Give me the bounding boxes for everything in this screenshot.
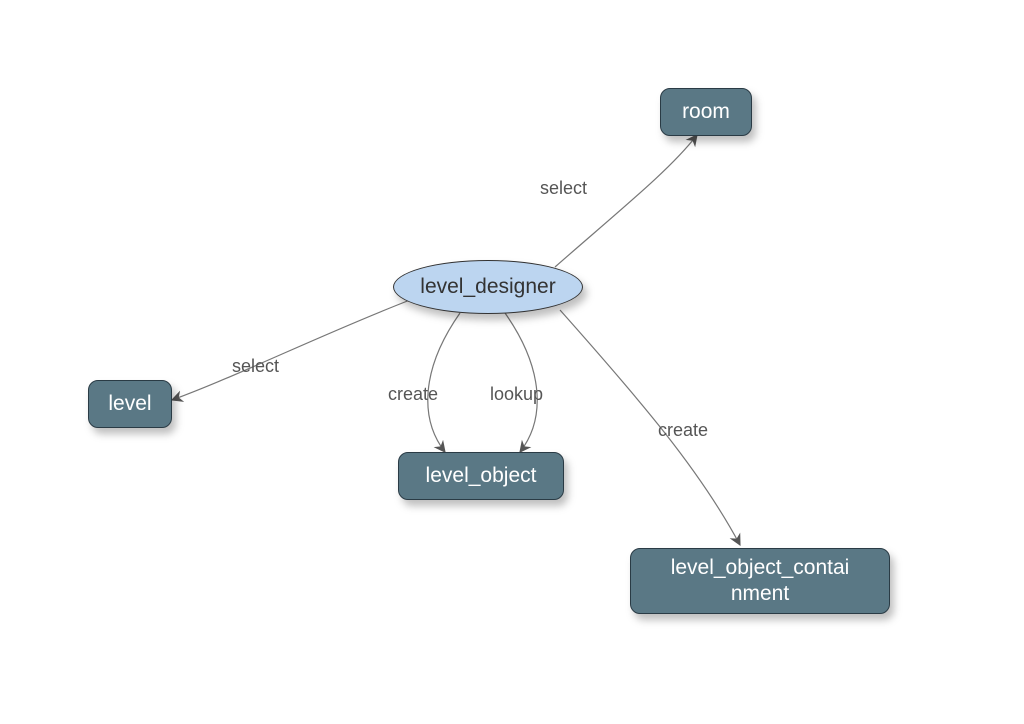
edge-to-level	[172, 300, 410, 400]
edge-to-room	[555, 135, 697, 267]
edge-to-level-object-containment	[560, 310, 740, 545]
node-label: level_object_contai nment	[671, 555, 850, 608]
edge-label-create-level-object: create	[388, 384, 438, 405]
node-label: level_object	[426, 463, 537, 489]
edge-label-create-containment: create	[658, 420, 708, 441]
node-room[interactable]: room	[660, 88, 752, 136]
diagram-edges	[0, 0, 1024, 724]
node-level[interactable]: level	[88, 380, 172, 428]
node-label: level	[108, 391, 151, 417]
node-level-object-containment[interactable]: level_object_contai nment	[630, 548, 890, 614]
edge-to-level-object-lookup	[505, 313, 537, 452]
node-label: level_designer	[420, 275, 555, 299]
edge-to-level-object-create	[428, 313, 460, 452]
node-level-object[interactable]: level_object	[398, 452, 564, 500]
edge-label-select-level: select	[232, 356, 279, 377]
edge-label-lookup-level-object: lookup	[490, 384, 543, 405]
node-level-designer[interactable]: level_designer	[393, 260, 583, 314]
node-label: room	[682, 99, 730, 125]
edge-label-select-room: select	[540, 178, 587, 199]
